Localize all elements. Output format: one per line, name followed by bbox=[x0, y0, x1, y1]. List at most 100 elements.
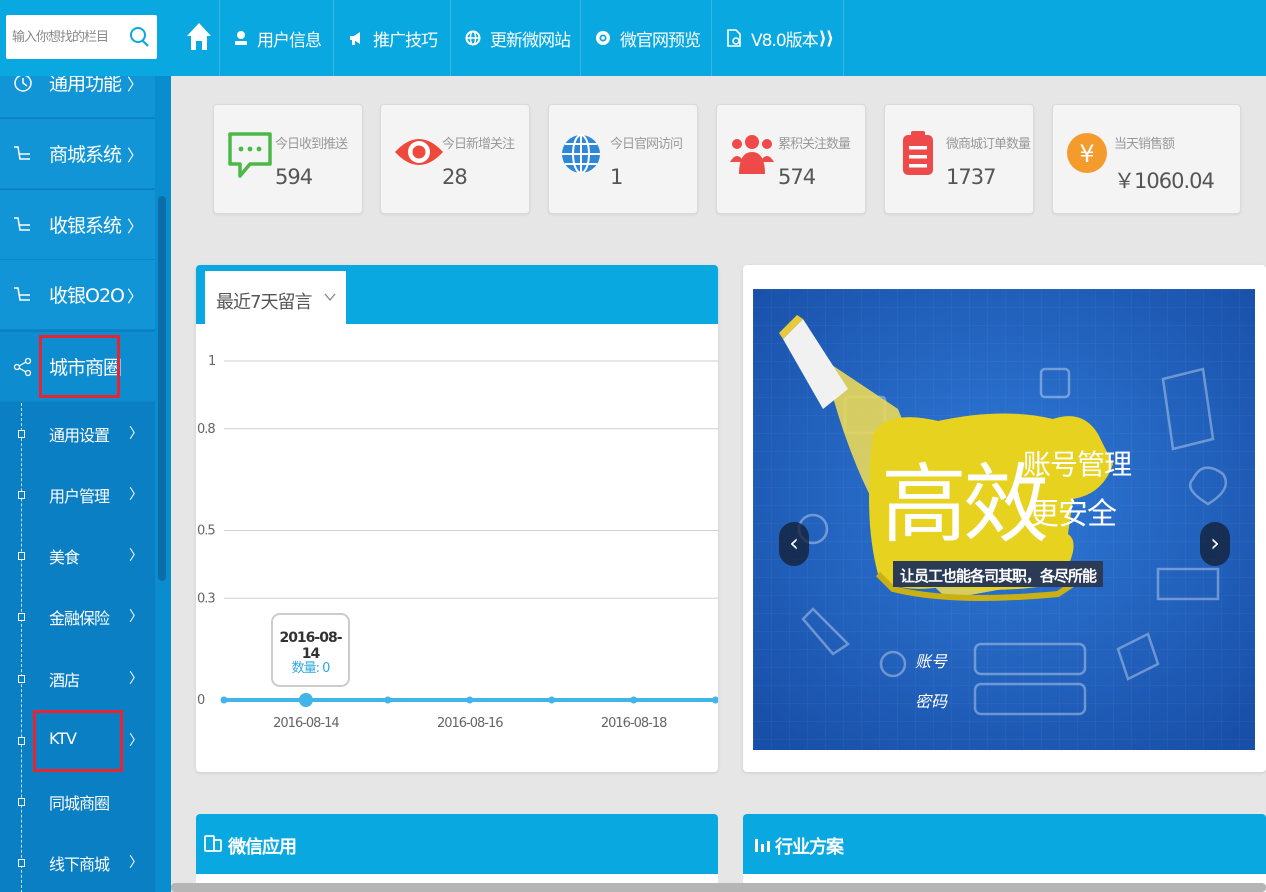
banner-image: 高效 账号管理 更安全 让员工也能各司其职，各尽所能 账号 密码 bbox=[753, 289, 1255, 750]
clipboard-icon bbox=[903, 131, 933, 175]
x-tick-label: 2016-08-16 bbox=[437, 716, 503, 731]
tooltip-value: 数量: 0 bbox=[291, 661, 331, 676]
stat-value: 574 bbox=[778, 165, 816, 189]
stat-card-new-followers[interactable]: 今日新增关注 28 bbox=[380, 104, 530, 214]
nav-version[interactable]: V8.0版本 ⟩⟩ bbox=[711, 0, 845, 76]
sidebar-subitem-general-settings[interactable]: 通用设置 〉 bbox=[0, 403, 155, 464]
tree-node-icon bbox=[18, 859, 25, 867]
chevron-right-icon: 〉 bbox=[127, 145, 143, 165]
sidebar-subitem-label: 美食 bbox=[49, 548, 80, 567]
tree-node-icon bbox=[18, 737, 25, 745]
data-point bbox=[220, 696, 228, 704]
stat-label: 当天销售额 bbox=[1114, 137, 1175, 152]
banner-carousel: 高效 账号管理 更安全 让员工也能各司其职，各尽所能 账号 密码 ‹ › bbox=[743, 265, 1266, 772]
top-bar: 用户信息 推广技巧 更新微网站 微官网预览 V8.0版本 ⟩⟩ bbox=[0, 0, 1266, 76]
nav-site-preview-label: 微官网预览 bbox=[620, 30, 701, 51]
sidebar-item-common-functions[interactable]: 通用功能 〉 bbox=[0, 76, 155, 118]
panel-header: 微信应用 bbox=[196, 814, 718, 874]
stat-label: 累积关注数量 bbox=[778, 137, 851, 152]
sidebar-item-label: 收银系统 bbox=[49, 215, 122, 237]
line-chart: 0 0.3 0.5 0.8 1 2016-08-14 2016-08-16 2016-08-1… bbox=[197, 354, 718, 731]
chart-range-select-label: 最近7天留言 bbox=[216, 292, 312, 313]
stat-card-push-received[interactable]: 今日收到推送 594 bbox=[213, 104, 363, 214]
stat-label: 今日收到推送 bbox=[275, 137, 348, 152]
data-point bbox=[384, 696, 392, 704]
search-input[interactable] bbox=[6, 15, 126, 59]
y-tick-label: 1 bbox=[208, 354, 216, 369]
chart-header: 最近7天留言 bbox=[196, 265, 718, 324]
sidebar-subitem-label: 线下商城 bbox=[49, 855, 110, 874]
tree-node-icon bbox=[18, 430, 25, 438]
nav-promotion-label: 推广技巧 bbox=[373, 30, 438, 51]
chevron-down-icon bbox=[324, 293, 336, 302]
sidebar-item-label: 通用功能 bbox=[49, 76, 122, 95]
nav-update-site[interactable]: 更新微网站 bbox=[450, 0, 571, 76]
search-icon[interactable] bbox=[129, 26, 151, 48]
svg-text:¥: ¥ bbox=[1079, 140, 1094, 168]
industry-solutions-panel: 行业方案 bbox=[743, 814, 1266, 892]
sidebar-subitem-offline-mall[interactable]: 线下商城 〉 bbox=[0, 832, 155, 892]
data-point bbox=[630, 696, 638, 704]
banner-form-label-2: 密码 bbox=[915, 692, 948, 711]
stat-card-total-followers[interactable]: 累积关注数量 574 bbox=[716, 104, 866, 214]
mobile-icon bbox=[204, 835, 222, 852]
stat-label: 今日官网访问 bbox=[610, 137, 683, 152]
data-point bbox=[298, 693, 313, 707]
users-icon bbox=[730, 135, 774, 174]
nav-user-info-label: 用户信息 bbox=[257, 30, 322, 51]
chevron-right-icon: 〉 bbox=[129, 548, 143, 564]
version-icon bbox=[727, 29, 741, 47]
stat-value: 1737 bbox=[946, 165, 996, 189]
stat-card-site-visits[interactable]: 今日官网访问 1 bbox=[548, 104, 698, 214]
banner-side-text-1: 账号管理 bbox=[1023, 448, 1132, 481]
carousel-next-button[interactable]: › bbox=[1200, 522, 1230, 566]
chevron-right-icon: 〉 bbox=[129, 733, 143, 749]
chevron-right-icon: 〉 bbox=[127, 286, 143, 306]
message-chart-panel: 最近7天留言 0 0.3 0.5 0.8 1 2016-08-14 2016-08-16 20… bbox=[196, 265, 718, 772]
nav-site-preview[interactable]: 微官网预览 bbox=[580, 0, 701, 76]
sidebar-subitem-food[interactable]: 美食 〉 bbox=[0, 525, 155, 586]
chevron-right-icon: 〉 bbox=[127, 216, 143, 236]
sidebar-item-mall-system[interactable]: 商城系统 〉 bbox=[0, 119, 155, 189]
nav-promotion[interactable]: 推广技巧 bbox=[333, 0, 438, 76]
sidebar-subitem-hotel[interactable]: 酒店 〉 bbox=[0, 648, 155, 709]
sidebar-subitem-finance-insurance[interactable]: 金融保险 〉 bbox=[0, 586, 155, 647]
horizontal-scrollbar[interactable] bbox=[171, 883, 1266, 892]
wechat-apps-panel: 微信应用 bbox=[196, 814, 718, 892]
user-icon bbox=[235, 31, 247, 45]
stat-card-daily-sales[interactable]: ¥ 当天销售额 ￥1060.04 bbox=[1052, 104, 1241, 214]
stat-card-mall-orders[interactable]: 微商城订单数量 1737 bbox=[884, 104, 1034, 214]
sidebar-scrollbar[interactable] bbox=[158, 196, 166, 581]
sidebar-subitem-label: 酒店 bbox=[49, 671, 80, 690]
sidebar-subitem-label: 用户管理 bbox=[49, 487, 110, 506]
sidebar-item-label: 收银O2O bbox=[49, 285, 125, 307]
y-tick-label: 0.5 bbox=[197, 523, 215, 538]
nav-user-info[interactable]: 用户信息 bbox=[219, 0, 322, 76]
y-tick-label: 0.3 bbox=[197, 591, 215, 606]
sidebar-item-cashier-system[interactable]: 收银系统 〉 bbox=[0, 190, 155, 260]
cart-icon bbox=[14, 217, 30, 231]
chevron-right-icon: 〉 bbox=[129, 855, 143, 871]
search-box bbox=[6, 15, 157, 59]
sidebar-subitem-label: 同城商圈 bbox=[49, 794, 110, 813]
tree-node-icon bbox=[18, 675, 25, 683]
function-icon bbox=[14, 76, 32, 92]
sidebar-item-cashier-o2o[interactable]: 收银O2O 〉 bbox=[0, 260, 155, 330]
sidebar-subitem-label: 通用设置 bbox=[49, 426, 110, 445]
carousel-prev-button[interactable]: ‹ bbox=[779, 522, 809, 566]
chevron-right-icon: 〉 bbox=[129, 487, 143, 503]
tree-node-icon bbox=[18, 613, 25, 621]
home-icon[interactable] bbox=[182, 22, 216, 52]
chart-tooltip: 2016-08-14 数量: 0 bbox=[271, 613, 350, 687]
sidebar-subitem-same-city-business[interactable]: 同城商圈 bbox=[0, 771, 155, 832]
stat-value: 1 bbox=[610, 165, 623, 189]
chevron-right-icon: 〉 bbox=[129, 671, 143, 687]
globe-icon bbox=[465, 30, 481, 46]
x-tick-label: 2016-08-14 bbox=[273, 716, 339, 731]
tree-node-icon bbox=[18, 798, 25, 806]
nav-version-label: V8.0版本 bbox=[751, 30, 819, 51]
megaphone-icon bbox=[350, 32, 360, 45]
chart-range-select[interactable]: 最近7天留言 bbox=[205, 271, 346, 324]
share-icon bbox=[13, 357, 32, 377]
sidebar-subitem-user-management[interactable]: 用户管理 〉 bbox=[0, 464, 155, 525]
